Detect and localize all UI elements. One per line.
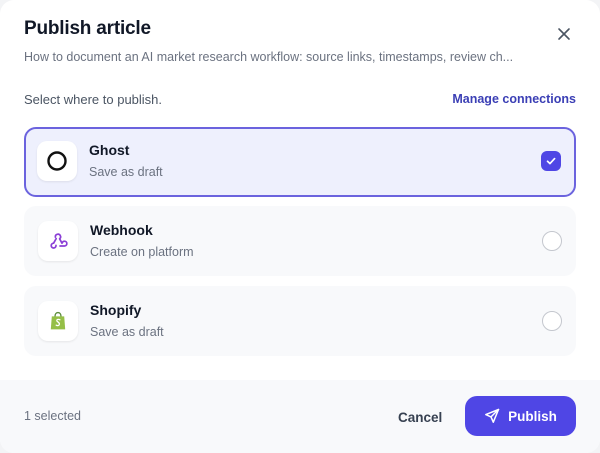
option-description: Save as draft: [90, 325, 164, 339]
publish-label: Publish: [508, 408, 557, 424]
shopify-icon-tile: [38, 301, 78, 341]
article-title: How to document an AI market research wo…: [24, 50, 514, 64]
option-webhook[interactable]: Webhook Create on platform: [24, 206, 576, 276]
send-icon: [485, 408, 500, 423]
shopify-icon: [50, 311, 66, 330]
selected-checkbox[interactable]: [541, 151, 561, 171]
webhook-icon-tile: [38, 221, 78, 261]
dialog-footer: 1 selected Cancel Publish: [0, 380, 600, 453]
close-icon: [558, 28, 570, 40]
checkmark-icon: [546, 157, 556, 165]
select-destination-label: Select where to publish.: [24, 92, 163, 107]
publish-button[interactable]: Publish: [465, 396, 576, 436]
unselected-radio[interactable]: [542, 231, 562, 251]
option-name: Webhook: [90, 222, 153, 238]
manage-connections-link[interactable]: Manage connections: [452, 92, 576, 106]
unselected-radio[interactable]: [542, 311, 562, 331]
option-description: Create on platform: [90, 245, 194, 259]
option-shopify[interactable]: Shopify Save as draft: [24, 286, 576, 356]
dialog-title: Publish article: [24, 18, 151, 39]
close-button[interactable]: [556, 26, 572, 42]
ghost-icon: [47, 151, 67, 171]
selected-count: 1 selected: [24, 409, 81, 423]
webhook-icon: [50, 233, 68, 249]
option-description: Save as draft: [89, 165, 163, 179]
option-name: Ghost: [89, 142, 130, 158]
cancel-button[interactable]: Cancel: [386, 407, 454, 427]
option-name: Shopify: [90, 302, 142, 318]
ghost-icon-tile: [37, 141, 77, 181]
option-ghost[interactable]: Ghost Save as draft: [24, 127, 576, 197]
publish-dialog: Publish article How to document an AI ma…: [0, 0, 600, 453]
